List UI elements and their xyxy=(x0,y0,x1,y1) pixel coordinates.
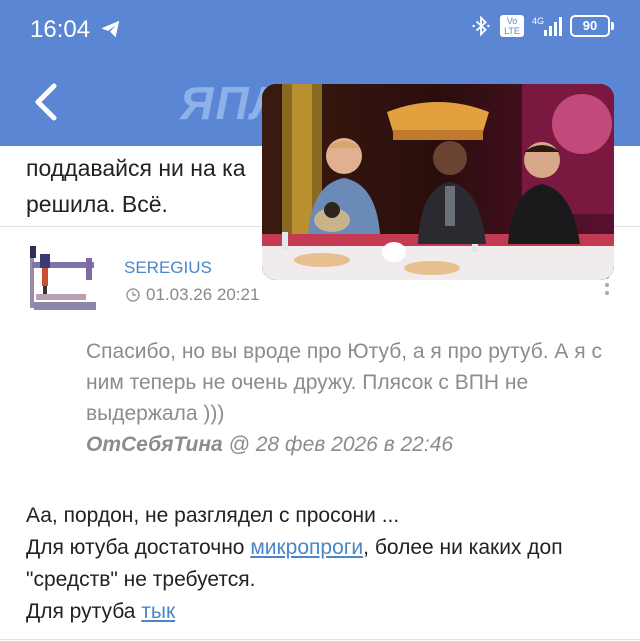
back-arrow-icon[interactable] xyxy=(26,80,66,124)
quote-text: Спасибо, но вы вроде про Ютуб, а я про р… xyxy=(86,340,602,425)
quote-author[interactable]: ОтСебяТина xyxy=(86,433,223,456)
bottom-divider xyxy=(0,639,640,640)
video-frame xyxy=(262,84,614,280)
volte-badge: Vo LTE xyxy=(500,15,524,37)
status-icons: Vo LTE 4G 90 xyxy=(470,14,614,38)
post-date: 01.03.26 20:21 xyxy=(126,285,259,305)
status-bar: 16:04 Vo LTE 4G 90 xyxy=(0,0,640,60)
post-reply: Аа, пордон, не разглядел с просони ... Д… xyxy=(26,500,626,628)
bluetooth-icon xyxy=(472,15,490,37)
avatar[interactable] xyxy=(26,244,102,316)
clock-icon xyxy=(126,288,140,302)
post-date-text: 01.03.26 20:21 xyxy=(146,285,260,304)
rutube-link[interactable]: тык xyxy=(141,600,175,623)
reply-line: Аа, пордон, не разглядел с просони ... xyxy=(26,504,400,527)
post-author[interactable]: SEREGIUS xyxy=(124,258,212,278)
reply-text: Для рутуба xyxy=(26,600,142,623)
telegram-icon xyxy=(101,20,120,38)
signal-icon: 4G xyxy=(532,16,562,36)
battery-icon: 90 xyxy=(570,15,614,37)
quote-meta: @ 28 фев 2026 в 22:46 xyxy=(228,433,454,456)
post-quote: Спасибо, но вы вроде про Ютуб, а я про р… xyxy=(86,336,616,460)
reply-text: Для ютуба достаточно xyxy=(26,536,251,559)
svg-text:4G: 4G xyxy=(532,16,544,26)
video-pip-player[interactable] xyxy=(262,84,614,280)
microprog-link[interactable]: микропроги xyxy=(250,536,363,559)
status-time: 16:04 xyxy=(30,16,91,43)
